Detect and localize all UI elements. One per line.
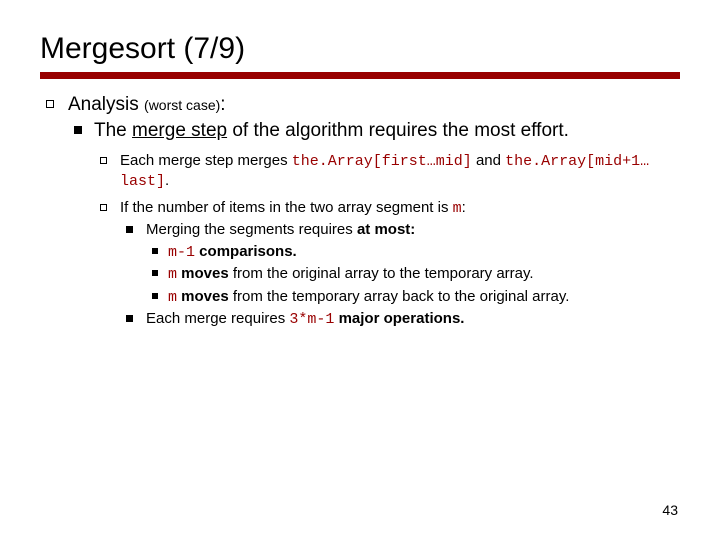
bullet-list-level-2: Each merge step merges the.Array[first…m… bbox=[94, 151, 680, 330]
text-bold: major operations. bbox=[334, 310, 464, 327]
text-bold: at most: bbox=[357, 221, 415, 238]
code-text: m-1 bbox=[168, 244, 195, 261]
bullet-list-level-1: The merge step of the algorithm requires… bbox=[68, 119, 680, 330]
list-item: m-1 comparisons. bbox=[146, 242, 680, 263]
list-item: Merging the segments requires at most: m… bbox=[120, 220, 680, 307]
text-bold: moves bbox=[177, 288, 229, 305]
text: : bbox=[220, 94, 225, 115]
text: The bbox=[94, 120, 132, 141]
list-item: Analysis (worst case): The merge step of… bbox=[40, 93, 680, 330]
text: . bbox=[165, 172, 169, 189]
list-item: m moves from the original array to the t… bbox=[146, 264, 680, 285]
page-number: 43 bbox=[662, 502, 678, 518]
bullet-list-level-4: m-1 comparisons. m moves from the origin… bbox=[146, 242, 680, 308]
page-title: Mergesort (7/9) bbox=[40, 32, 680, 66]
code-text: m bbox=[168, 266, 177, 283]
text: and bbox=[472, 152, 505, 169]
text: Merging the segments requires bbox=[146, 221, 357, 238]
code-text: 3*m-1 bbox=[289, 311, 334, 328]
text: If the number of items in the two array … bbox=[120, 199, 453, 216]
code-text: m bbox=[168, 289, 177, 306]
title-underline bbox=[40, 72, 680, 79]
text-bold: moves bbox=[177, 265, 229, 282]
text-bold: comparisons. bbox=[195, 243, 297, 260]
list-item: Each merge step merges the.Array[first…m… bbox=[94, 151, 680, 192]
text: of the algorithm requires the most effor… bbox=[227, 120, 569, 141]
text: Analysis bbox=[68, 94, 144, 115]
bullet-list-level-3: Merging the segments requires at most: m… bbox=[120, 220, 680, 330]
text: from the original array to the temporary… bbox=[229, 265, 534, 282]
text: : bbox=[462, 199, 466, 216]
text: Each merge requires bbox=[146, 310, 289, 327]
list-item: The merge step of the algorithm requires… bbox=[68, 119, 680, 330]
text: from the temporary array back to the ori… bbox=[229, 288, 570, 305]
list-item: Each merge requires 3*m-1 major operatio… bbox=[120, 309, 680, 330]
text: Each merge step merges bbox=[120, 152, 292, 169]
text-subscript: (worst case) bbox=[144, 97, 220, 113]
bullet-list-level-0: Analysis (worst case): The merge step of… bbox=[40, 93, 680, 330]
list-item: m moves from the temporary array back to… bbox=[146, 287, 680, 308]
slide: Mergesort (7/9) Analysis (worst case): T… bbox=[0, 0, 720, 540]
code-text: m bbox=[453, 200, 462, 217]
list-item: If the number of items in the two array … bbox=[94, 198, 680, 330]
code-text: the.Array[first…mid] bbox=[292, 153, 472, 170]
text-underline: merge step bbox=[132, 120, 227, 141]
